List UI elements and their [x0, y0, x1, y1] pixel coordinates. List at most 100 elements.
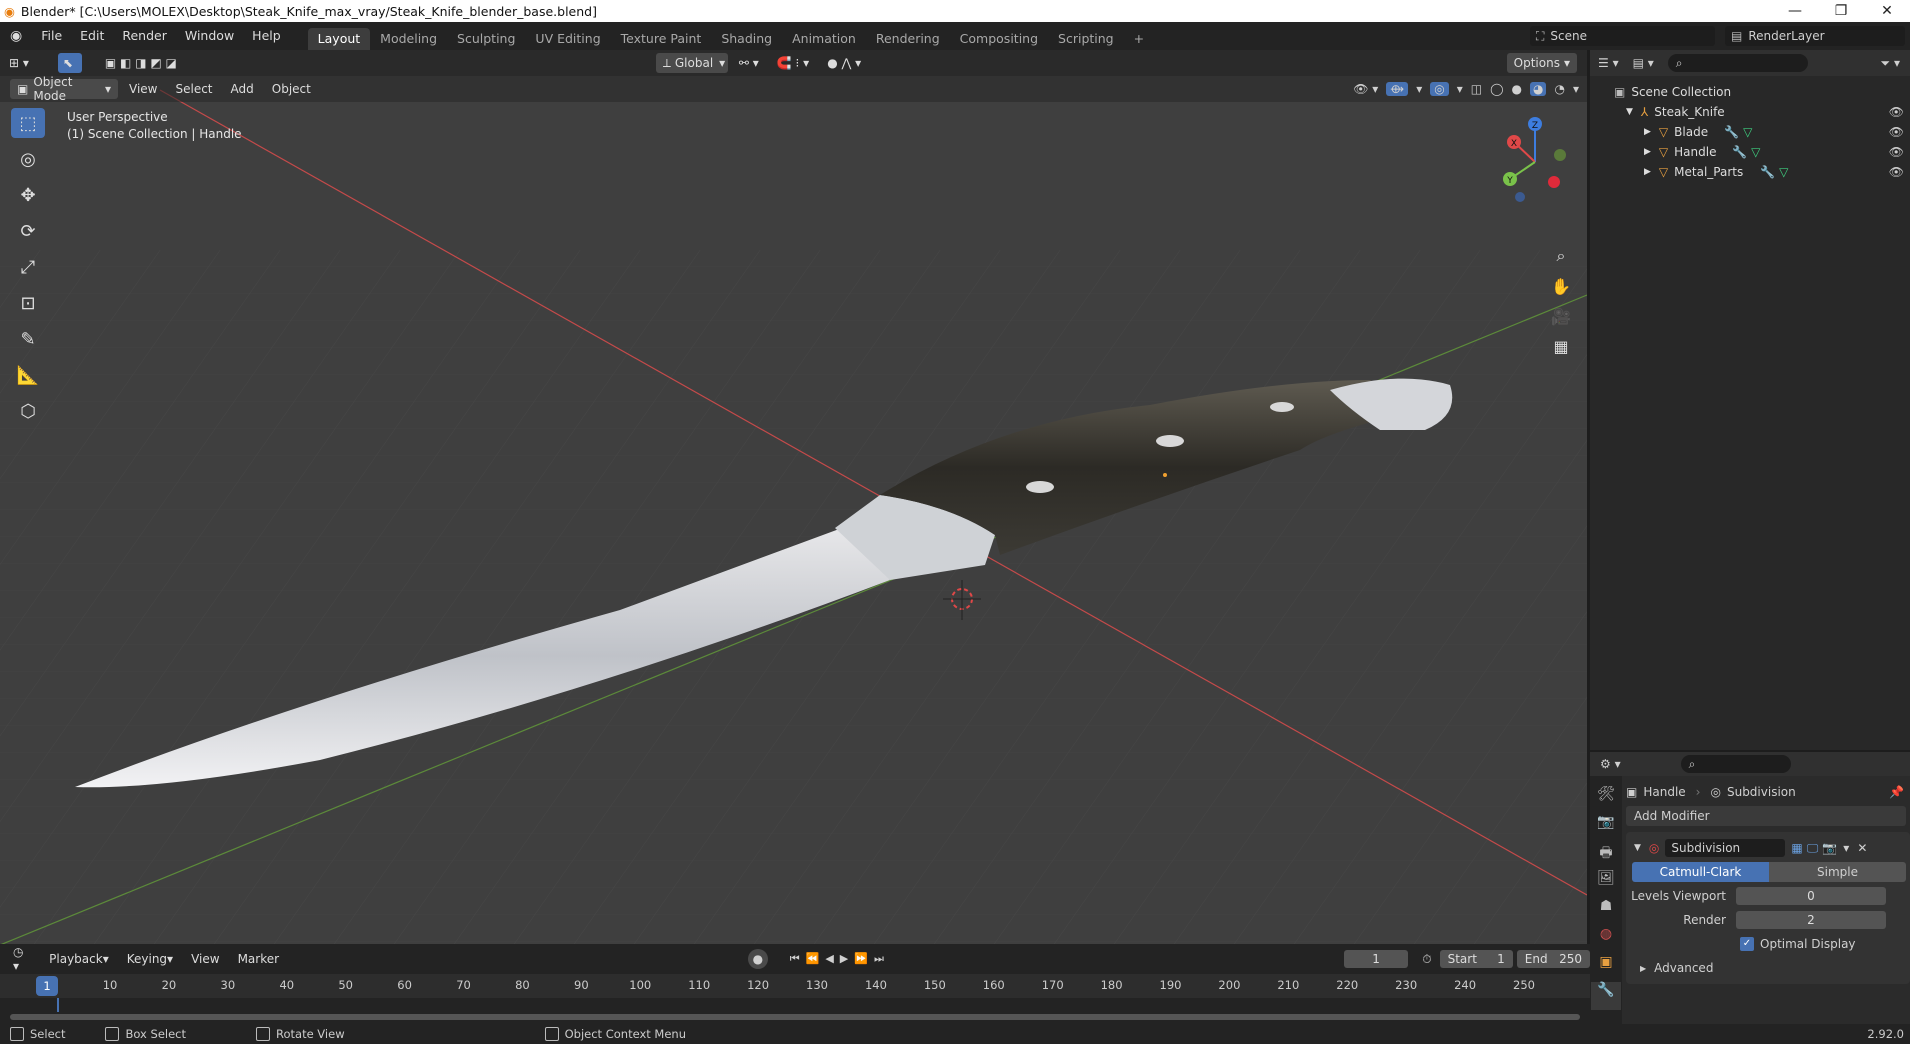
- expand-down-icon[interactable]: ▼: [1626, 107, 1633, 117]
- pin-icon[interactable]: 📌: [1889, 785, 1904, 799]
- tab-modeling[interactable]: Modeling: [370, 28, 447, 50]
- select-mode-tool[interactable]: ⬉: [57, 53, 82, 73]
- world-tab-icon[interactable]: ◍: [1600, 926, 1612, 954]
- expand-right-icon[interactable]: ▶: [1644, 147, 1651, 157]
- transform-tool[interactable]: ⊡: [11, 288, 45, 318]
- outliner-item-handle[interactable]: ▶ ▽ Handle 🔧 ▽ 👁: [1590, 142, 1910, 162]
- cursor-tool[interactable]: ◎: [11, 144, 45, 174]
- tab-uv-editing[interactable]: UV Editing: [525, 28, 610, 50]
- render-levels-field[interactable]: 2: [1736, 911, 1886, 929]
- outliner-scene-collection[interactable]: ▣ Scene Collection: [1590, 82, 1910, 102]
- wireframe-shading-icon[interactable]: ◯: [1490, 82, 1503, 96]
- xray-toggle-icon[interactable]: ◫: [1471, 82, 1482, 96]
- menu-timeline-view[interactable]: View: [184, 949, 226, 969]
- chevron-down-icon[interactable]: ▾: [1843, 841, 1849, 855]
- jump-start-icon[interactable]: ⏮: [790, 952, 800, 966]
- proportional-editing-toggle[interactable]: ● ⋀ ▾: [820, 53, 868, 73]
- menu-help[interactable]: Help: [243, 22, 290, 50]
- object-tab-icon[interactable]: ▣: [1599, 954, 1612, 982]
- collapse-icon[interactable]: ▼: [1634, 843, 1641, 853]
- start-frame-field[interactable]: Start 1: [1439, 950, 1513, 968]
- visibility-eye-icon[interactable]: 👁: [1889, 165, 1904, 179]
- gizmo-x-label[interactable]: X: [1511, 139, 1517, 149]
- render-layer-selector[interactable]: ▤ RenderLayer: [1725, 26, 1905, 46]
- rotate-tool[interactable]: ⟳: [11, 216, 45, 246]
- snap-toggle[interactable]: 🧲 ⁝ ▾: [770, 53, 816, 73]
- move-tool[interactable]: ✥: [11, 180, 45, 210]
- menu-window[interactable]: Window: [176, 22, 243, 50]
- tool-tab-icon[interactable]: 🛠: [1597, 786, 1615, 814]
- playhead[interactable]: 1: [36, 976, 58, 996]
- prev-keyframe-icon[interactable]: ⏪: [806, 952, 820, 966]
- select-box-tool[interactable]: ⬚: [11, 108, 45, 138]
- next-keyframe-icon[interactable]: ⏩: [854, 952, 868, 966]
- modifier-name-field[interactable]: Subdivision: [1665, 839, 1786, 857]
- properties-search-input[interactable]: ⌕: [1680, 755, 1791, 773]
- scene-selector[interactable]: ⛶ Scene: [1530, 26, 1715, 46]
- add-workspace-button[interactable]: +: [1124, 28, 1154, 50]
- menu-file[interactable]: File: [32, 22, 71, 50]
- close-window-button[interactable]: ✕: [1864, 0, 1910, 22]
- selection-mode-icons[interactable]: ▣ ◧ ◨ ◩ ◪: [98, 53, 184, 73]
- modifier-tab-icon[interactable]: 🔧: [1591, 982, 1621, 1010]
- close-icon[interactable]: ✕: [1857, 841, 1867, 855]
- tab-rendering[interactable]: Rendering: [866, 28, 950, 50]
- zoom-icon[interactable]: ⌕: [1546, 242, 1576, 270]
- menu-add[interactable]: Add: [224, 79, 261, 99]
- tab-compositing[interactable]: Compositing: [950, 28, 1048, 50]
- view-layer-tab-icon[interactable]: 🖼: [1597, 870, 1615, 898]
- menu-select[interactable]: Select: [168, 79, 219, 99]
- edit-mode-toggle-icon[interactable]: ▦: [1791, 841, 1802, 855]
- tab-shading[interactable]: Shading: [711, 28, 782, 50]
- scale-tool[interactable]: ⤢: [11, 252, 45, 282]
- catmull-clark-button[interactable]: Catmull-Clark: [1632, 862, 1769, 882]
- overlay-toggle-icon[interactable]: ◎: [1430, 82, 1449, 96]
- add-modifier-button[interactable]: Add Modifier: [1626, 806, 1906, 826]
- output-tab-icon[interactable]: 🖶: [1599, 842, 1612, 870]
- outliner-item-blade[interactable]: ▶ ▽ Blade 🔧 ▽ 👁: [1590, 122, 1910, 142]
- material-shading-icon[interactable]: ◕: [1530, 82, 1547, 96]
- advanced-row[interactable]: ▶ Advanced: [1626, 956, 1910, 980]
- 3d-viewport[interactable]: ⊞ ▾ ⬉ ▣ ◧ ◨ ◩ ◪ ⟂ Global ▾ ⚯ ▾ 🧲 ⁝ ▾ ● ⋀…: [0, 50, 1587, 944]
- visibility-eye-icon[interactable]: 👁: [1889, 145, 1904, 159]
- menu-view[interactable]: View: [122, 79, 164, 99]
- expand-right-icon[interactable]: ▶: [1644, 167, 1651, 177]
- optimal-display-checkbox[interactable]: ✓: [1740, 937, 1754, 951]
- play-reverse-icon[interactable]: ◀: [825, 952, 833, 966]
- frame-ruler[interactable]: 10 20 30 40 50 60 70 80 90 100 110 120 130 140 150 160 1…: [0, 974, 1590, 998]
- expand-right-icon[interactable]: ▶: [1644, 127, 1651, 137]
- display-mode-icon[interactable]: ▤ ▾: [1633, 56, 1654, 70]
- jump-end-icon[interactable]: ⏭: [874, 952, 884, 966]
- ortho-grid-icon[interactable]: ▦: [1546, 332, 1576, 360]
- visibility-eye-icon[interactable]: 👁: [1889, 105, 1904, 119]
- solid-shading-icon[interactable]: ●: [1512, 82, 1522, 96]
- timeline-editor-icon[interactable]: ◷ ▾: [6, 945, 38, 973]
- pivot-point-dropdown[interactable]: ⚯ ▾: [732, 53, 766, 73]
- blender-menu-icon[interactable]: ◉: [0, 28, 32, 44]
- menu-object[interactable]: Object: [265, 79, 318, 99]
- restore-button[interactable]: ❐: [1818, 0, 1864, 22]
- render-toggle-icon[interactable]: 📷: [1822, 841, 1837, 855]
- chevron-down-icon[interactable]: ▾: [1573, 82, 1579, 96]
- mode-dropdown[interactable]: ▣ Object Mode ▾: [10, 75, 118, 103]
- annotate-tool[interactable]: ✎: [11, 324, 45, 354]
- tab-scripting[interactable]: Scripting: [1048, 28, 1124, 50]
- navigation-gizmo[interactable]: Z X Y: [1490, 112, 1580, 212]
- timeline-scrollbar[interactable]: [10, 1014, 1580, 1020]
- preview-range-icon[interactable]: ⏱: [1422, 952, 1431, 967]
- menu-playback[interactable]: Playback ▾: [42, 949, 116, 969]
- menu-render[interactable]: Render: [113, 22, 176, 50]
- menu-keying[interactable]: Keying ▾: [120, 949, 180, 969]
- options-dropdown[interactable]: Options ▾: [1506, 53, 1577, 73]
- gizmo-toggle-icon[interactable]: ⟴: [1386, 82, 1409, 96]
- menu-marker[interactable]: Marker: [231, 949, 286, 969]
- visibility-icon[interactable]: 👁 ▾: [1353, 82, 1378, 96]
- render-tab-icon[interactable]: 📷: [1597, 814, 1614, 842]
- tab-layout[interactable]: Layout: [307, 28, 371, 50]
- filter-icon[interactable]: ⏷ ▾: [1881, 56, 1900, 71]
- rendered-shading-icon[interactable]: ◔: [1554, 82, 1564, 96]
- outliner-search-input[interactable]: ⌕: [1667, 54, 1808, 72]
- tab-animation[interactable]: Animation: [782, 28, 866, 50]
- pan-hand-icon[interactable]: ✋: [1546, 272, 1576, 300]
- transform-orientation-dropdown[interactable]: ⟂ Global ▾: [655, 53, 728, 73]
